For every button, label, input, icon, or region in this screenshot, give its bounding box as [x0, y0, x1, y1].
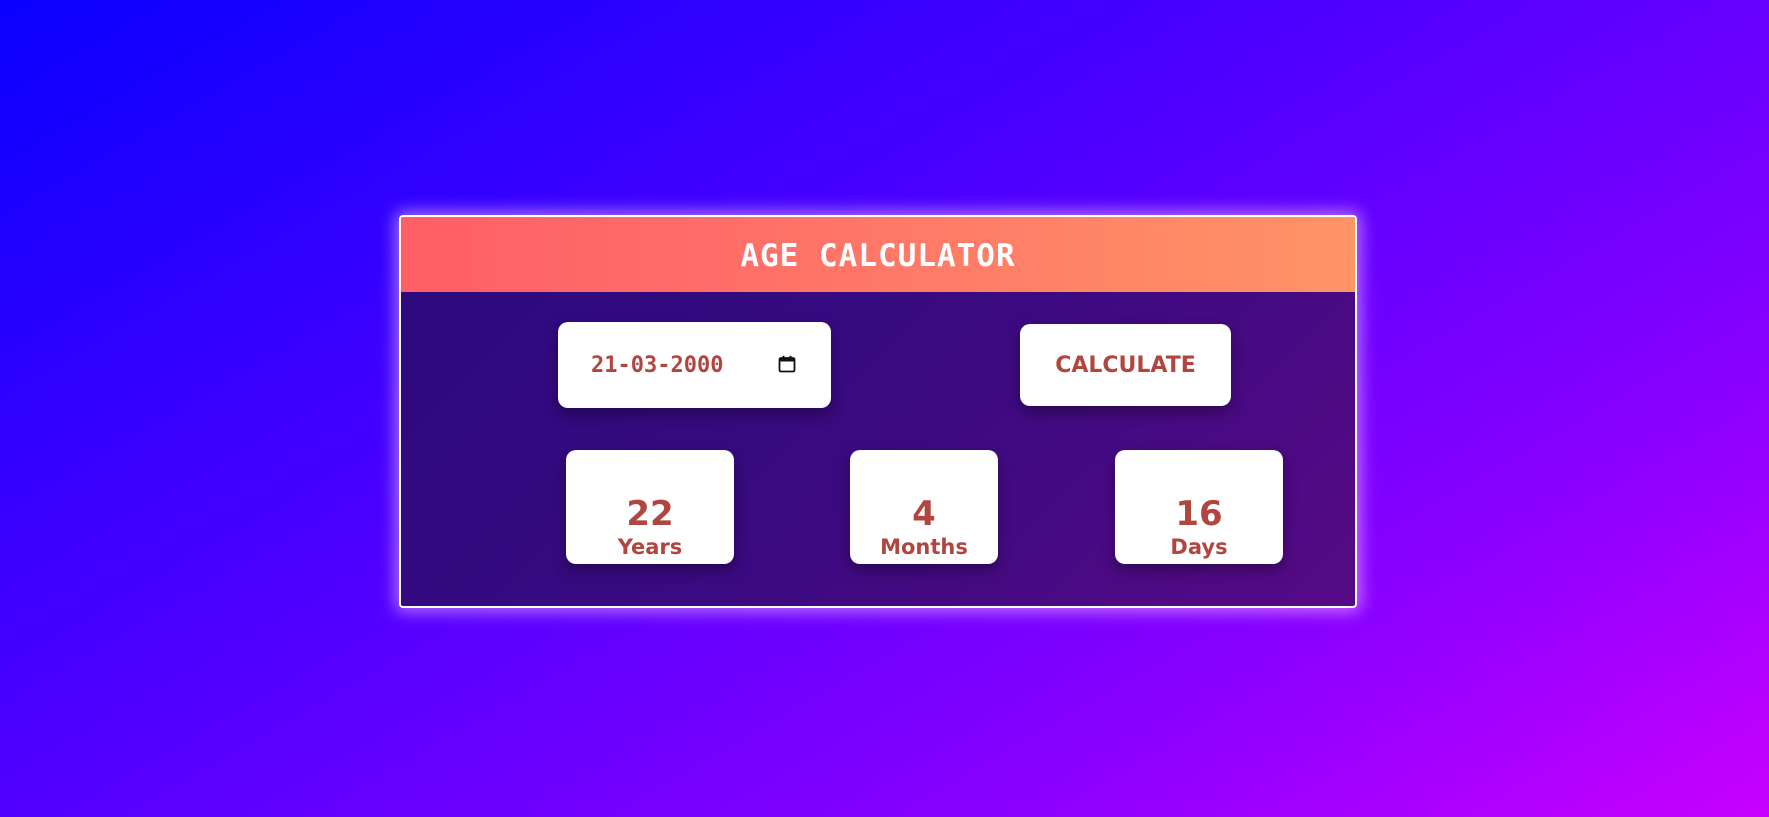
calendar-icon[interactable]	[778, 355, 796, 373]
years-result: 22 Years	[566, 450, 734, 564]
card-header: AGE CALCULATOR	[401, 217, 1355, 292]
months-label: Months	[880, 535, 968, 559]
years-value: 22	[626, 494, 674, 534]
days-label: Days	[1170, 535, 1228, 559]
age-calculator-card: AGE CALCULATOR 21-03-2000 CALCULATE 22 Y…	[399, 215, 1357, 608]
days-value: 16	[1175, 494, 1223, 534]
days-result: 16 Days	[1115, 450, 1283, 564]
years-label: Years	[617, 535, 683, 559]
months-value: 4	[912, 494, 936, 534]
months-result: 4 Months	[850, 450, 998, 564]
calculate-button[interactable]: CALCULATE	[1020, 324, 1231, 406]
date-of-birth-input[interactable]: 21-03-2000	[558, 322, 831, 408]
page-title: AGE CALCULATOR	[740, 237, 1016, 274]
date-value[interactable]: 21-03-2000	[591, 353, 723, 378]
